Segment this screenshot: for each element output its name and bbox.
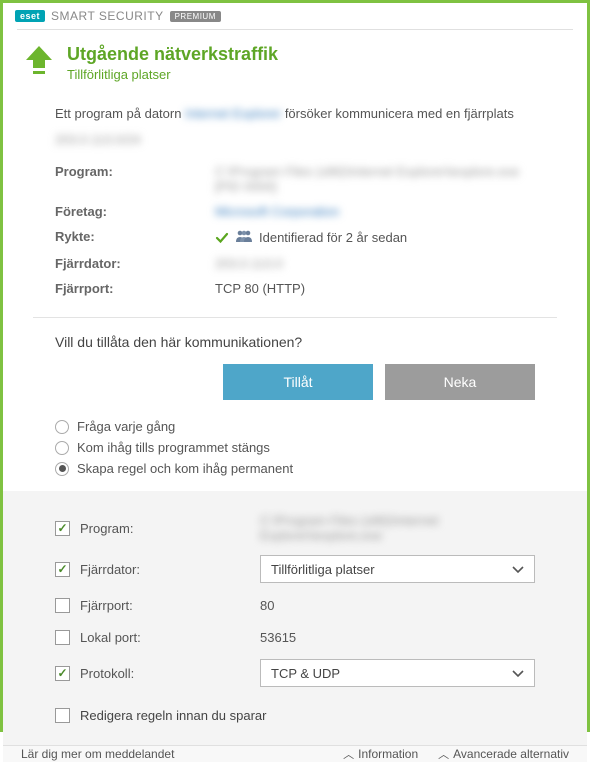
description-block: Ett program på datorn Internet Explorer …	[3, 92, 587, 307]
info-toggle-label: Information	[358, 747, 418, 761]
edition-badge: PREMIUM	[170, 11, 221, 22]
company-label: Företag:	[55, 204, 215, 219]
rule-remote-host-select[interactable]: Tillförlitliga platser	[260, 555, 535, 583]
alert-subtitle: Tillförlitliga platser	[67, 67, 559, 82]
rule-edit-before-save-checkbox[interactable]	[55, 708, 70, 723]
remote-host-value: 203.0.113.0	[215, 256, 283, 271]
chevron-down-icon	[512, 562, 524, 577]
footer: Lär dig mer om meddelandet ︿ Information…	[3, 745, 587, 762]
remote-host-label: Fjärrdator:	[55, 256, 215, 271]
select-value: TCP & UDP	[271, 666, 340, 681]
radio-label: Skapa regel och kom ihåg permanent	[77, 461, 293, 476]
desc-ip-blurred: 203.0.113.0/24	[55, 130, 141, 150]
desc-suffix: försöker kommunicera med en fjärrplats	[285, 106, 514, 121]
question-text: Vill du tillåta den här kommunikationen?	[3, 318, 587, 364]
remote-port-value: TCP 80 (HTTP)	[215, 281, 535, 296]
rule-section: Program: C:\Program Files (x86)\Internet…	[3, 491, 587, 745]
radio-icon	[55, 420, 69, 434]
program-value: C:\Program Files (x86)\Internet Explorer…	[215, 164, 535, 194]
chevron-down-icon	[512, 666, 524, 681]
rule-program-label: Program:	[80, 521, 260, 536]
brand-badge: eset	[15, 10, 45, 22]
rule-protocol-checkbox[interactable]	[55, 666, 70, 681]
info-table: Program: C:\Program Files (x86)\Internet…	[55, 159, 535, 301]
alert-header: Utgående nätverkstraffik Tillförlitliga …	[3, 30, 587, 92]
company-value: Microsoft Corporation	[215, 204, 339, 219]
radio-remember-session[interactable]: Kom ihåg tills programmet stängs	[55, 437, 535, 458]
radio-label: Fråga varje gång	[77, 419, 175, 434]
info-toggle[interactable]: ︿ Information	[343, 746, 418, 762]
rule-program-checkbox[interactable]	[55, 521, 70, 536]
rule-local-port-checkbox[interactable]	[55, 630, 70, 645]
remote-port-label: Fjärrport:	[55, 281, 215, 296]
chevron-up-icon: ︿	[343, 746, 354, 762]
rule-remote-port-label: Fjärrport:	[80, 598, 260, 613]
remember-radio-group: Fråga varje gång Kom ihåg tills programm…	[3, 416, 587, 491]
chevron-up-icon: ︿	[438, 746, 449, 762]
advanced-toggle[interactable]: ︿ Avancerade alternativ	[438, 746, 569, 762]
program-label: Program:	[55, 164, 215, 194]
button-row: Tillåt Neka	[3, 364, 587, 416]
rule-local-port-label: Lokal port:	[80, 630, 260, 645]
desc-app-blurred: Internet Explorer	[185, 104, 281, 124]
product-name: SMART SECURITY	[51, 9, 164, 23]
rule-program-value: C:\Program Files (x86)\Internet Explorer…	[260, 513, 535, 543]
rule-edit-before-save-label: Redigera regeln innan du sparar	[80, 708, 266, 723]
rule-protocol-select[interactable]: TCP & UDP	[260, 659, 535, 687]
alert-title: Utgående nätverkstraffik	[67, 44, 559, 65]
reputation-value: Identifierad för 2 år sedan	[259, 230, 407, 245]
rule-protocol-label: Protokoll:	[80, 666, 260, 681]
deny-button[interactable]: Neka	[385, 364, 535, 400]
rule-remote-port-value: 80	[260, 598, 535, 613]
rule-remote-host-label: Fjärrdator:	[80, 562, 260, 577]
learn-more-link[interactable]: Lär dig mer om meddelandet	[21, 747, 323, 761]
radio-icon	[55, 462, 69, 476]
radio-create-rule[interactable]: Skapa regel och kom ihåg permanent	[55, 458, 535, 479]
radio-label: Kom ihåg tills programmet stängs	[77, 440, 270, 455]
outbound-arrow-icon	[25, 44, 53, 76]
radio-icon	[55, 441, 69, 455]
rule-remote-host-checkbox[interactable]	[55, 562, 70, 577]
check-icon	[215, 231, 229, 245]
allow-button[interactable]: Tillåt	[223, 364, 373, 400]
desc-prefix: Ett program på datorn	[55, 106, 185, 121]
reputation-label: Rykte:	[55, 229, 215, 246]
radio-ask-every-time[interactable]: Fråga varje gång	[55, 416, 535, 437]
select-value: Tillförlitliga platser	[271, 562, 375, 577]
rule-remote-port-checkbox[interactable]	[55, 598, 70, 613]
rule-local-port-value: 53615	[260, 630, 535, 645]
users-icon	[235, 229, 253, 246]
titlebar: eset SMART SECURITY PREMIUM	[3, 3, 587, 25]
firewall-dialog: eset SMART SECURITY PREMIUM Utgående nät…	[0, 0, 590, 732]
advanced-toggle-label: Avancerade alternativ	[453, 747, 569, 761]
